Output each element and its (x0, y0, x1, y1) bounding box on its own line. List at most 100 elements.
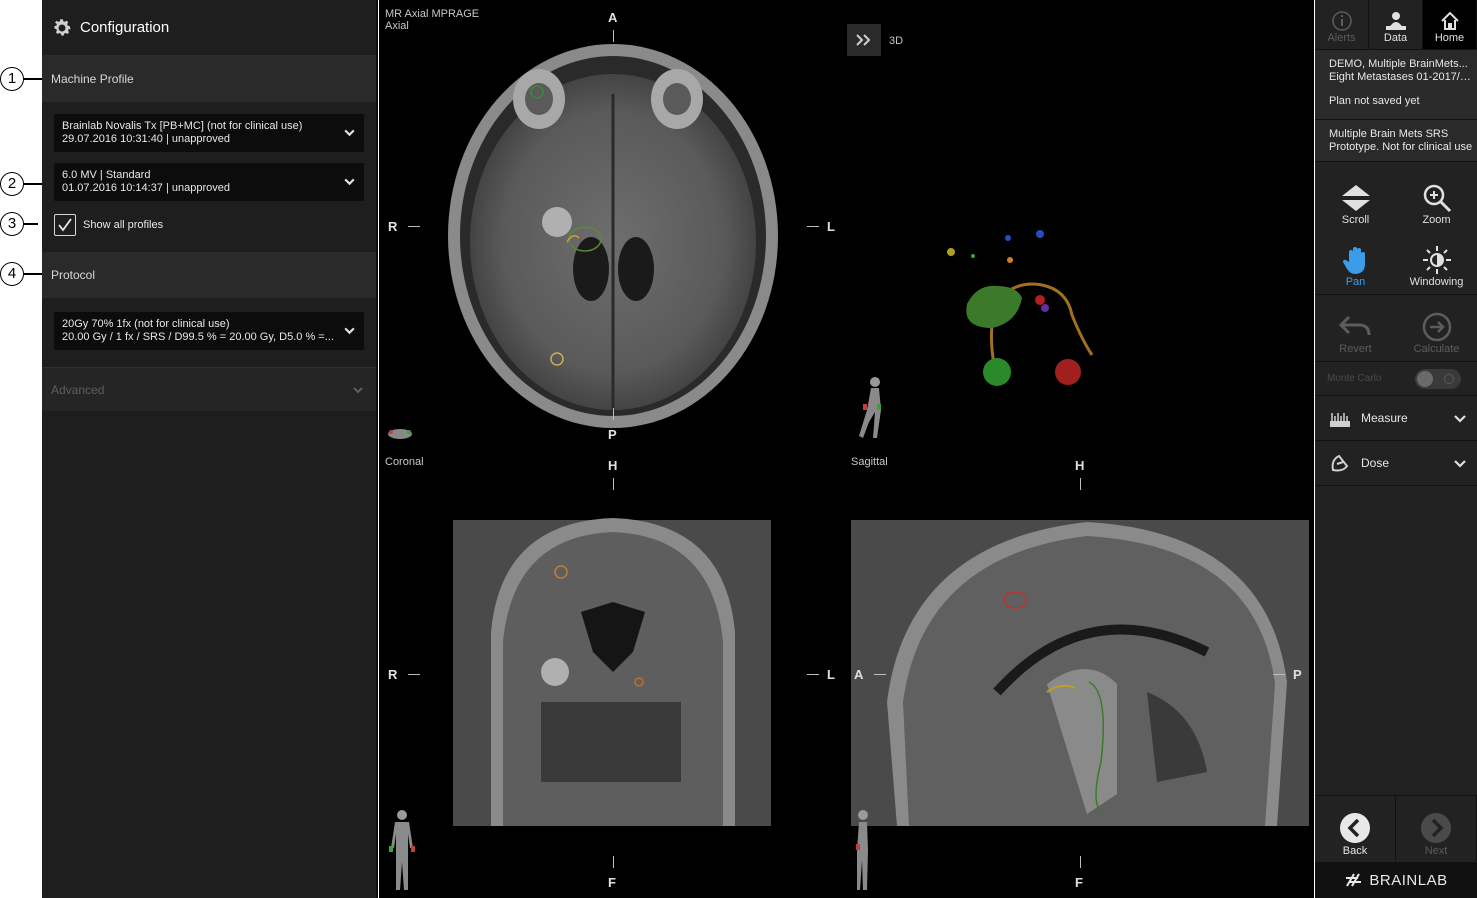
scroll-label: Scroll (1341, 214, 1370, 226)
windowing-label: Windowing (1409, 276, 1464, 288)
configuration-header: Configuration (42, 0, 376, 56)
next-button[interactable]: Next (1396, 796, 1477, 861)
page-title: Configuration (80, 19, 170, 36)
scroll-icon (1341, 185, 1370, 211)
monte-carlo-toggle[interactable] (1415, 368, 1461, 389)
measure-label: Measure (1361, 411, 1408, 425)
coronal-orient-right: L (827, 667, 835, 682)
advanced-expander[interactable]: Advanced (42, 367, 376, 411)
show-all-profiles-label: Show all profiles (83, 219, 164, 231)
3d-viewport[interactable]: 3D (847, 4, 1311, 446)
chevron-down-icon (344, 178, 355, 186)
coronal-orient-top: H (608, 458, 618, 473)
callout-number: 2 (0, 172, 24, 196)
body-side-icon (856, 810, 868, 890)
sagittal-orient-left: A (854, 667, 864, 682)
configuration-panel: Configuration Machine Profile Brainlab N… (42, 0, 378, 898)
home-icon (1440, 11, 1459, 30)
undo-icon (1338, 315, 1370, 336)
3d-render-image (947, 230, 1094, 386)
chevron-down-icon (344, 129, 355, 137)
body-front-icon (389, 810, 415, 890)
machine-dropdown-line2: 29.07.2016 10:31:40 | unapproved (62, 132, 231, 145)
measure-expander[interactable]: Measure (1315, 396, 1477, 441)
back-button[interactable]: Back (1315, 796, 1396, 861)
prototype-note-line2: Prototype. Not for clinical use (1329, 140, 1473, 153)
energy-dropdown[interactable]: 6.0 MV | Standard 01.07.2016 10:14:37 | … (54, 163, 364, 201)
energy-dropdown-line1: 6.0 MV | Standard (62, 169, 151, 181)
pan-tool[interactable]: Pan (1315, 232, 1396, 294)
axial-orient-top: A (608, 10, 618, 25)
monte-carlo-label: Monte Carlo (1327, 373, 1382, 384)
app-root: 1 2 3 4 Configuration Machine Profile Br… (0, 0, 1477, 898)
machine-dropdown[interactable]: Brainlab Novalis Tx [PB+MC] (not for cli… (54, 114, 364, 152)
arrow-circle-right-icon (1422, 312, 1451, 342)
show-all-profiles-checkbox[interactable] (54, 214, 76, 236)
protocol-dropdown-line1: 20Gy 70% 1fx (not for clinical use) (62, 318, 230, 330)
axial-viewport[interactable]: MR Axial MPRAGE Axial A P R L (381, 4, 844, 446)
advanced-label: Advanced (51, 382, 105, 397)
chevron-down-icon (353, 387, 363, 394)
axial-orient-left: R (388, 219, 398, 234)
ruler-icon (1330, 413, 1350, 427)
machine-profile-section-title: Machine Profile (42, 56, 376, 102)
prototype-note-line1: Multiple Brain Mets SRS (1329, 128, 1449, 140)
show-all-profiles-row: Show all profiles (54, 212, 364, 238)
head-orientation-icon (388, 429, 412, 439)
protocol-section-title: Protocol (42, 252, 376, 298)
info-icon (1331, 11, 1352, 31)
brand-logo: BRAINLAB (1315, 862, 1477, 898)
dose-expander[interactable]: Dose (1315, 441, 1477, 486)
pan-label: Pan (1345, 276, 1366, 288)
plan-actions: Revert Calculate (1315, 295, 1477, 362)
axial-mri-image (448, 44, 778, 428)
coronal-orient-bottom: F (608, 875, 616, 890)
revert-button[interactable]: Revert (1315, 299, 1396, 361)
coronal-orient-left: R (388, 667, 398, 682)
checkmark-icon (58, 218, 72, 232)
calculate-button[interactable]: Calculate (1396, 299, 1477, 361)
tab-alerts-label: Alerts (1327, 32, 1356, 44)
windowing-tool[interactable]: Windowing (1396, 232, 1477, 294)
coronal-viewport[interactable]: Coronal H F R L (381, 452, 844, 895)
calculate-label: Calculate (1413, 343, 1460, 355)
brightness-icon (1422, 246, 1451, 274)
next-arrow-icon (1421, 813, 1451, 843)
brainlab-logo-icon (1346, 873, 1362, 887)
next-label: Next (1424, 845, 1448, 857)
hand-icon (1342, 247, 1365, 274)
prototype-note: Multiple Brain Mets SRS Prototype. Not f… (1315, 120, 1477, 162)
tab-alerts[interactable]: Alerts (1315, 0, 1369, 49)
zoom-tool[interactable]: Zoom (1396, 170, 1477, 232)
patient-plan: Eight Metastases 01-2017/0... (1329, 70, 1473, 83)
protocol-section: 20Gy 70% 1fx (not for clinical use) 20.0… (42, 298, 376, 367)
dose-label: Dose (1361, 456, 1390, 470)
tab-home[interactable]: Home (1423, 0, 1477, 49)
back-arrow-icon (1340, 813, 1370, 843)
patient-name: DEMO, Multiple BrainMets... (1329, 58, 1468, 70)
patient-data-icon (1385, 12, 1406, 30)
tool-panel: Alerts Data Home DEMO, Multiple BrainMet… (1315, 0, 1477, 898)
machine-dropdown-line1: Brainlab Novalis Tx [PB+MC] (not for cli… (62, 120, 303, 132)
tab-home-label: Home (1434, 32, 1465, 44)
monte-carlo-row: Monte Carlo (1315, 362, 1477, 396)
callout-number: 1 (0, 67, 24, 91)
chevron-down-icon (1454, 415, 1466, 423)
coronal-mri-image (453, 518, 771, 826)
sagittal-orient-right: P (1293, 667, 1302, 682)
axial-orient-right: L (827, 219, 835, 234)
chevron-down-icon (344, 327, 355, 335)
body-orientation-icon (859, 377, 881, 438)
zoom-icon (1423, 184, 1451, 213)
top-tabs: Alerts Data Home (1315, 0, 1477, 50)
scroll-tool[interactable]: Scroll (1315, 170, 1396, 232)
dose-icon (1331, 454, 1349, 472)
sagittal-viewport[interactable]: Sagittal H F A P (847, 452, 1311, 895)
callout-number: 4 (0, 262, 24, 286)
machine-profile-section: Brainlab Novalis Tx [PB+MC] (not for cli… (42, 102, 376, 252)
back-label: Back (1342, 845, 1368, 857)
tab-data[interactable]: Data (1369, 0, 1423, 49)
chevron-down-icon (1454, 460, 1466, 468)
patient-info: DEMO, Multiple BrainMets... Eight Metast… (1315, 50, 1477, 120)
protocol-dropdown[interactable]: 20Gy 70% 1fx (not for clinical use) 20.0… (54, 312, 364, 350)
